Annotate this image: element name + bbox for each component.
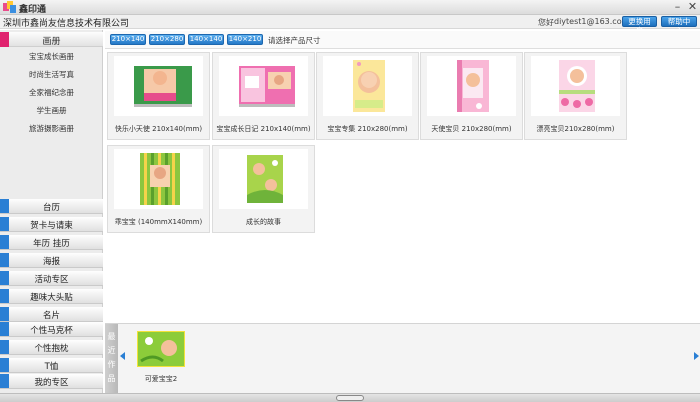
sidebar-item-pillow[interactable]: 个性抱枕 [0, 340, 103, 355]
user-email: diytest1@163.com [554, 17, 630, 26]
category-label: 趣味大头贴 [30, 293, 73, 303]
tab-size-140x210[interactable]: 140×210 [227, 34, 263, 45]
header-bar: 深圳市鑫尚友信息技术有限公司 您好 diytest1@163.com 更换用户 … [0, 15, 700, 35]
sidebar-item-desk-calendar[interactable]: 台历 [0, 199, 103, 214]
product-thumbnail [323, 56, 412, 116]
product-card[interactable]: 乖宝宝 (140mmX140mm) [107, 145, 210, 233]
sidebar-item-cards[interactable]: 贺卡与请柬 [0, 217, 103, 232]
recent-works-panel: 最近作品 可爱宝宝2 [105, 323, 700, 394]
sidebar: 画册 宝宝成长画册 时尚生活写真 全家福纪念册 学生画册 旅游摄影画册 台历 贺… [0, 30, 103, 402]
product-label: 快乐小天使 210x140(mm) [114, 125, 203, 133]
recent-works-label: 最近作品 [107, 332, 116, 383]
product-label: 漂亮宝贝210x280(mm) [536, 125, 615, 133]
title-bar: 鑫印通 – ✕ [0, 0, 700, 15]
category-label: 海报 [42, 257, 60, 267]
product-label: 成长的故事 [246, 218, 281, 226]
product-label: 天使宝贝 210x280(mm) [431, 125, 512, 133]
sidebar-item-business-card[interactable]: 名片 [0, 307, 103, 322]
product-card[interactable]: 快乐小天使 210x140(mm) [107, 52, 210, 140]
category-label: 名片 [42, 311, 60, 321]
category-label: 画册 [42, 37, 61, 47]
scroll-left-icon[interactable] [120, 352, 125, 360]
sidebar-item-mug[interactable]: 个性马克杯 [0, 322, 103, 337]
sidebar-item-wall-calendar[interactable]: 年历 挂历 [0, 235, 103, 250]
product-card[interactable]: 漂亮宝贝210x280(mm) [524, 52, 627, 140]
category-label: 个性抱枕 [34, 344, 69, 354]
sidebar-subitem-travel[interactable]: 旅游摄影画册 [0, 122, 103, 135]
category-label: 年历 挂历 [33, 239, 70, 249]
switch-user-button[interactable]: 更换用户 [622, 16, 657, 35]
sidebar-item-poster[interactable]: 海报 [0, 253, 103, 268]
product-card[interactable]: 宝宝成长日记 210x140(mm) [212, 52, 315, 140]
work-thumbnail [136, 330, 186, 368]
company-name: 深圳市鑫尚友信息技术有限公司 [3, 19, 130, 29]
product-label: 宝宝成长日记 210x140(mm) [216, 125, 311, 133]
product-thumbnail [219, 56, 308, 116]
product-thumbnail [219, 149, 308, 209]
sidebar-category-album[interactable]: 画册 [0, 32, 103, 47]
sidebar-item-tshirt[interactable]: T恤 [0, 358, 103, 373]
panel-toggle-handle[interactable] [336, 395, 364, 401]
product-thumbnail [114, 56, 203, 116]
product-label: 乖宝宝 (140mmX140mm) [114, 218, 203, 226]
product-thumbnail [427, 56, 516, 116]
minimize-button[interactable]: – [670, 0, 685, 14]
app-title: 鑫印通 [19, 5, 47, 15]
help-center-button[interactable]: 帮助中心 [661, 16, 697, 35]
product-label: 宝宝专集 210x280(mm) [327, 125, 408, 133]
category-label: 活动专区 [34, 275, 69, 285]
work-item[interactable]: 可爱宝宝2 [135, 328, 187, 390]
close-button[interactable]: ✕ [685, 0, 700, 14]
scroll-right-icon[interactable] [694, 352, 699, 360]
sidebar-item-my-zone[interactable]: 我的专区 [0, 374, 103, 389]
tab-size-210x280[interactable]: 210×280 [149, 34, 185, 45]
sidebar-subitem-family[interactable]: 全家福纪念册 [0, 86, 103, 99]
category-label: 台历 [42, 203, 60, 213]
product-thumbnail [531, 56, 620, 116]
product-thumbnail [114, 149, 203, 209]
category-label: 贺卡与请柬 [30, 221, 73, 231]
category-label: T恤 [44, 362, 59, 372]
sidebar-item-stickers[interactable]: 趣味大头贴 [0, 289, 103, 304]
category-label: 个性马克杯 [30, 326, 73, 336]
size-tabs-bar: 210×140 210×280 140×140 140×210 请选择产品尺寸 [105, 31, 700, 49]
app-window: 鑫印通 – ✕ 深圳市鑫尚友信息技术有限公司 您好 diytest1@163.c… [0, 0, 700, 402]
product-card[interactable]: 天使宝贝 210x280(mm) [420, 52, 523, 140]
tab-size-140x140[interactable]: 140×140 [188, 34, 224, 45]
size-hint: 请选择产品尺寸 [268, 36, 321, 45]
category-label: 我的专区 [34, 378, 69, 388]
sidebar-subitem-student[interactable]: 学生画册 [0, 104, 103, 117]
sidebar-subitem-baby-growth[interactable]: 宝宝成长画册 [0, 50, 103, 63]
app-logo-icon [3, 1, 16, 13]
tab-size-210x140[interactable]: 210×140 [110, 34, 146, 45]
sidebar-item-events[interactable]: 活动专区 [0, 271, 103, 286]
sidebar-subitem-fashion-life[interactable]: 时尚生活写真 [0, 68, 103, 81]
product-card[interactable]: 宝宝专集 210x280(mm) [316, 52, 419, 140]
work-label: 可爱宝宝2 [144, 375, 178, 383]
greeting-text: 您好 [538, 18, 554, 27]
product-card[interactable]: 成长的故事 [212, 145, 315, 233]
recent-works-tab[interactable]: 最近作品 [105, 324, 118, 394]
status-bar [0, 393, 700, 402]
